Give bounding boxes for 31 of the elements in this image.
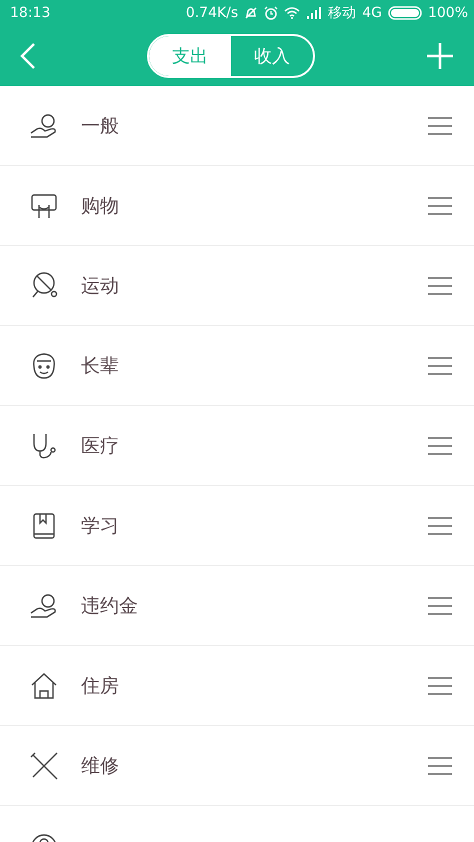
battery-icon: [388, 6, 422, 20]
signal-icon: [306, 7, 322, 19]
house-icon: [29, 670, 59, 700]
category-label: 违约金: [81, 594, 139, 618]
carrier-name: 移动: [328, 4, 356, 22]
drag-handle-icon[interactable]: [428, 276, 452, 294]
category-label: 购物: [81, 194, 120, 218]
category-label: 长辈: [81, 354, 120, 378]
drag-handle-icon[interactable]: [428, 196, 452, 214]
mute-icon: [244, 6, 258, 20]
drag-handle-icon[interactable]: [428, 356, 452, 374]
category-label: 医疗: [81, 434, 120, 458]
drag-handle-icon[interactable]: [428, 756, 452, 774]
alarm-icon: [264, 6, 278, 20]
category-label: 住房: [81, 674, 120, 698]
battery-level: 100%: [428, 5, 468, 21]
drag-handle-icon[interactable]: [428, 516, 452, 534]
category-label: 运动: [81, 274, 120, 298]
network-speed: 0.74K/s: [186, 5, 238, 21]
drag-handle-icon[interactable]: [428, 676, 452, 694]
category-label: 维修: [81, 754, 120, 778]
drag-handle-icon[interactable]: [428, 436, 452, 454]
wifi-icon: [284, 7, 300, 19]
category-label: 一般: [81, 114, 120, 138]
status-time: 18:13: [10, 5, 50, 21]
network-type: 4G: [362, 5, 382, 21]
segment-tab[interactable]: 收入: [231, 36, 313, 76]
drag-handle-icon[interactable]: [428, 116, 452, 134]
category-label: 学习: [81, 514, 120, 538]
segment-tab[interactable]: 支出: [149, 36, 231, 76]
drag-handle-icon[interactable]: [428, 596, 452, 614]
